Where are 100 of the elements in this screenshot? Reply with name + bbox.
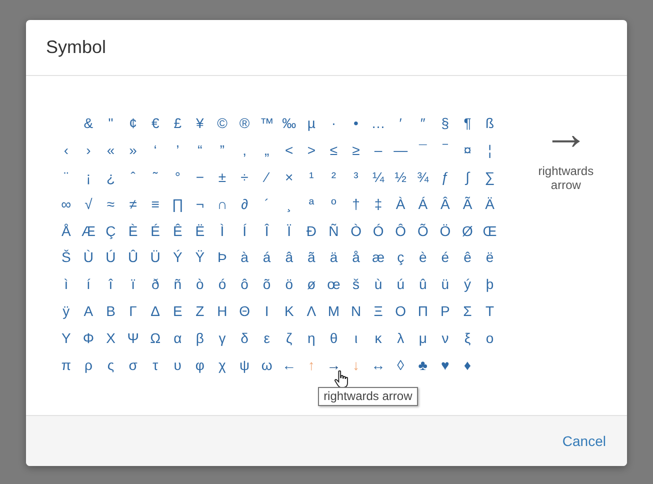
symbol-cell[interactable]: ◊ [389, 351, 412, 378]
symbol-cell[interactable]: î [100, 270, 122, 298]
symbol-cell[interactable]: Ρ [434, 298, 456, 324]
symbol-cell[interactable]: √ [77, 190, 100, 218]
symbol-cell[interactable]: ÷ [233, 164, 256, 190]
symbol-cell[interactable]: ‡ [367, 190, 390, 218]
symbol-cell[interactable]: ‾ [434, 136, 456, 164]
symbol-cell[interactable]: á [256, 244, 278, 271]
symbol-cell[interactable]: ε [256, 324, 278, 352]
symbol-cell[interactable]: ì [55, 270, 78, 298]
symbol-cell[interactable]: ä [322, 244, 345, 271]
symbol-cell[interactable]: Á [412, 190, 434, 218]
symbol-cell[interactable]: ο [478, 324, 501, 352]
symbol-cell[interactable]: Ê [166, 217, 189, 244]
symbol-cell[interactable]: ⁄ [256, 164, 278, 190]
symbol-cell[interactable]: Ò [344, 217, 368, 244]
symbol-cell[interactable]: ω [256, 351, 278, 378]
symbol-cell[interactable]: ² [322, 164, 345, 190]
symbol-cell[interactable]: υ [166, 351, 189, 378]
symbol-cell[interactable]: κ [367, 324, 390, 352]
symbol-cell[interactable]: Û [122, 244, 144, 271]
symbol-cell[interactable]: ù [367, 270, 390, 298]
symbol-cell[interactable]: ¨ [55, 164, 78, 190]
symbol-cell[interactable]: Ë [188, 217, 212, 244]
symbol-cell[interactable]: η [300, 324, 323, 352]
symbol-cell[interactable]: • [344, 110, 368, 137]
symbol-cell[interactable]: ó [211, 270, 234, 298]
symbol-cell[interactable]: ρ [77, 351, 100, 378]
symbol-cell[interactable]: Í [233, 217, 256, 244]
symbol-cell[interactable]: Ý [166, 244, 189, 271]
symbol-cell[interactable]: ƒ [434, 164, 456, 190]
symbol-cell[interactable]: ≤ [322, 136, 345, 164]
symbol-cell[interactable]: ÿ [55, 298, 78, 324]
symbol-cell[interactable]: â [278, 244, 300, 271]
symbol-cell[interactable]: Η [211, 298, 234, 324]
symbol-cell[interactable]: ‹ [55, 136, 78, 164]
symbol-cell[interactable]: “ [188, 136, 212, 164]
symbol-cell[interactable]: ≠ [122, 190, 144, 218]
symbol-cell[interactable]: × [278, 164, 300, 190]
symbol-cell[interactable]: ± [211, 164, 234, 190]
symbol-cell[interactable]: È [122, 217, 144, 244]
symbol-cell[interactable]: í [77, 270, 100, 298]
symbol-cell[interactable]: σ [122, 351, 144, 378]
symbol-cell[interactable]: û [412, 270, 434, 298]
symbol-cell[interactable]: Ø [456, 217, 479, 244]
symbol-cell[interactable]: α [166, 324, 189, 352]
symbol-cell[interactable]: ” [211, 136, 234, 164]
symbol-cell[interactable]: < [278, 136, 300, 164]
symbol-cell[interactable]: Ó [367, 217, 390, 244]
symbol-cell[interactable]: º [322, 190, 345, 218]
symbol-cell[interactable]: τ [144, 351, 166, 378]
symbol-cell[interactable]: Ñ [322, 217, 345, 244]
symbol-cell[interactable]: Δ [144, 298, 166, 324]
symbol-cell[interactable]: ™ [256, 110, 278, 137]
symbol-cell[interactable]: ü [434, 270, 456, 298]
symbol-cell[interactable]: Ù [77, 244, 100, 271]
symbol-cell[interactable]: ¬ [188, 190, 212, 218]
symbol-cell[interactable]: ς [100, 351, 122, 378]
symbol-cell[interactable]: ψ [233, 351, 256, 378]
symbol-cell[interactable]: ¶ [456, 110, 479, 137]
symbol-cell[interactable]: † [344, 190, 368, 218]
symbol-cell[interactable]: ¼ [367, 164, 390, 190]
symbol-cell[interactable]: θ [322, 324, 345, 352]
symbol-cell[interactable]: … [367, 110, 390, 137]
symbol-cell[interactable]: Ÿ [188, 244, 212, 271]
symbol-cell[interactable]: ″ [412, 110, 434, 137]
symbol-cell[interactable]: − [188, 164, 212, 190]
symbol-cell[interactable]: Î [256, 217, 278, 244]
symbol-cell[interactable]: € [144, 110, 166, 137]
symbol-cell[interactable]: » [122, 136, 144, 164]
symbol-cell[interactable]: " [100, 110, 122, 137]
symbol-cell[interactable]: · [322, 110, 345, 137]
symbol-cell[interactable]: ‰ [278, 110, 300, 137]
symbol-cell[interactable]: š [344, 270, 368, 298]
symbol-cell[interactable]: ý [456, 270, 479, 298]
symbol-cell[interactable]: Υ [55, 324, 78, 352]
symbol-cell[interactable]: Ο [389, 298, 412, 324]
symbol-cell[interactable]: › [77, 136, 100, 164]
symbol-cell[interactable]: μ [412, 324, 434, 352]
symbol-cell[interactable]: ø [300, 270, 323, 298]
symbol-cell[interactable]: Ψ [122, 324, 144, 352]
symbol-cell[interactable]: Ç [100, 217, 122, 244]
symbol-cell[interactable]: æ [367, 244, 390, 271]
symbol-cell[interactable]: À [389, 190, 412, 218]
symbol-cell[interactable]: ‘ [144, 136, 166, 164]
symbol-cell[interactable]: Π [412, 298, 434, 324]
symbol-cell[interactable]: ’ [166, 136, 189, 164]
symbol-cell[interactable]: ι [344, 324, 368, 352]
symbol-cell[interactable]: Œ [478, 217, 501, 244]
symbol-cell[interactable]: φ [188, 351, 212, 378]
symbol-cell[interactable]: → [326, 358, 341, 372]
symbol-cell[interactable]: ° [166, 164, 189, 190]
symbol-cell[interactable]: Õ [412, 217, 434, 244]
symbol-cell[interactable]: ã [300, 244, 323, 271]
symbol-cell[interactable]: ñ [166, 270, 189, 298]
symbol-cell[interactable]: § [434, 110, 456, 137]
symbol-cell[interactable]: λ [389, 324, 412, 352]
symbol-cell[interactable]: Ν [344, 298, 368, 324]
symbol-cell[interactable]: ′ [389, 110, 412, 137]
symbol-cell[interactable]: ∩ [211, 190, 234, 218]
